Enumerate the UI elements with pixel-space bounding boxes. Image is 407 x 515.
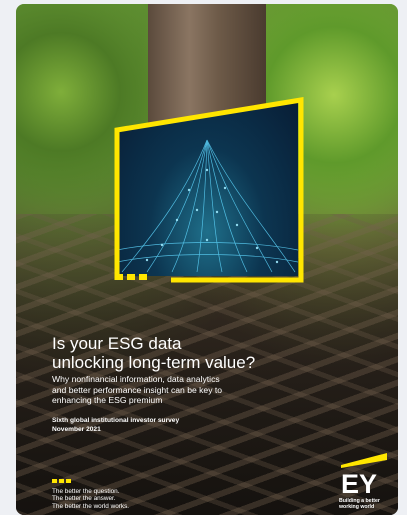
headline-line-1: Is your ESG data [52,334,182,353]
subhead-line-3: enhancing the ESG premium [52,395,163,406]
tagline-dash-marks [52,479,71,483]
survey-date: November 2021 [52,426,101,433]
report-cover: Is your ESG data unlocking long-term val… [16,4,398,515]
subhead-line-2: and better performance insight can be ke… [52,384,223,395]
subhead-line-1: Why nonfinancial information, data analy… [52,374,220,384]
ey-logo: EY [341,453,387,495]
ey-logo-beam [341,453,387,468]
slogan-line-2: working world [339,504,375,510]
ey-logo-text: EY [341,469,377,495]
tagline-line-1: The better the question. [52,488,120,495]
cover-subhead: Why nonfinancial information, data analy… [52,374,282,406]
ey-slogan: Building a better working world [339,498,380,510]
brand-tagline: The better the question. The better the … [52,488,129,510]
survey-info: Sixth global institutional investor surv… [52,416,179,434]
survey-title: Sixth global institutional investor surv… [52,417,180,424]
cover-headline: Is your ESG data unlocking long-term val… [52,334,312,372]
tagline-line-3: The better the world works. [52,502,130,510]
frame-dash-marks [115,274,151,280]
yellow-frame [114,97,304,283]
headline-line-2: unlocking long-term value? [52,353,256,372]
tagline-line-2: The better the answer. [52,495,116,503]
